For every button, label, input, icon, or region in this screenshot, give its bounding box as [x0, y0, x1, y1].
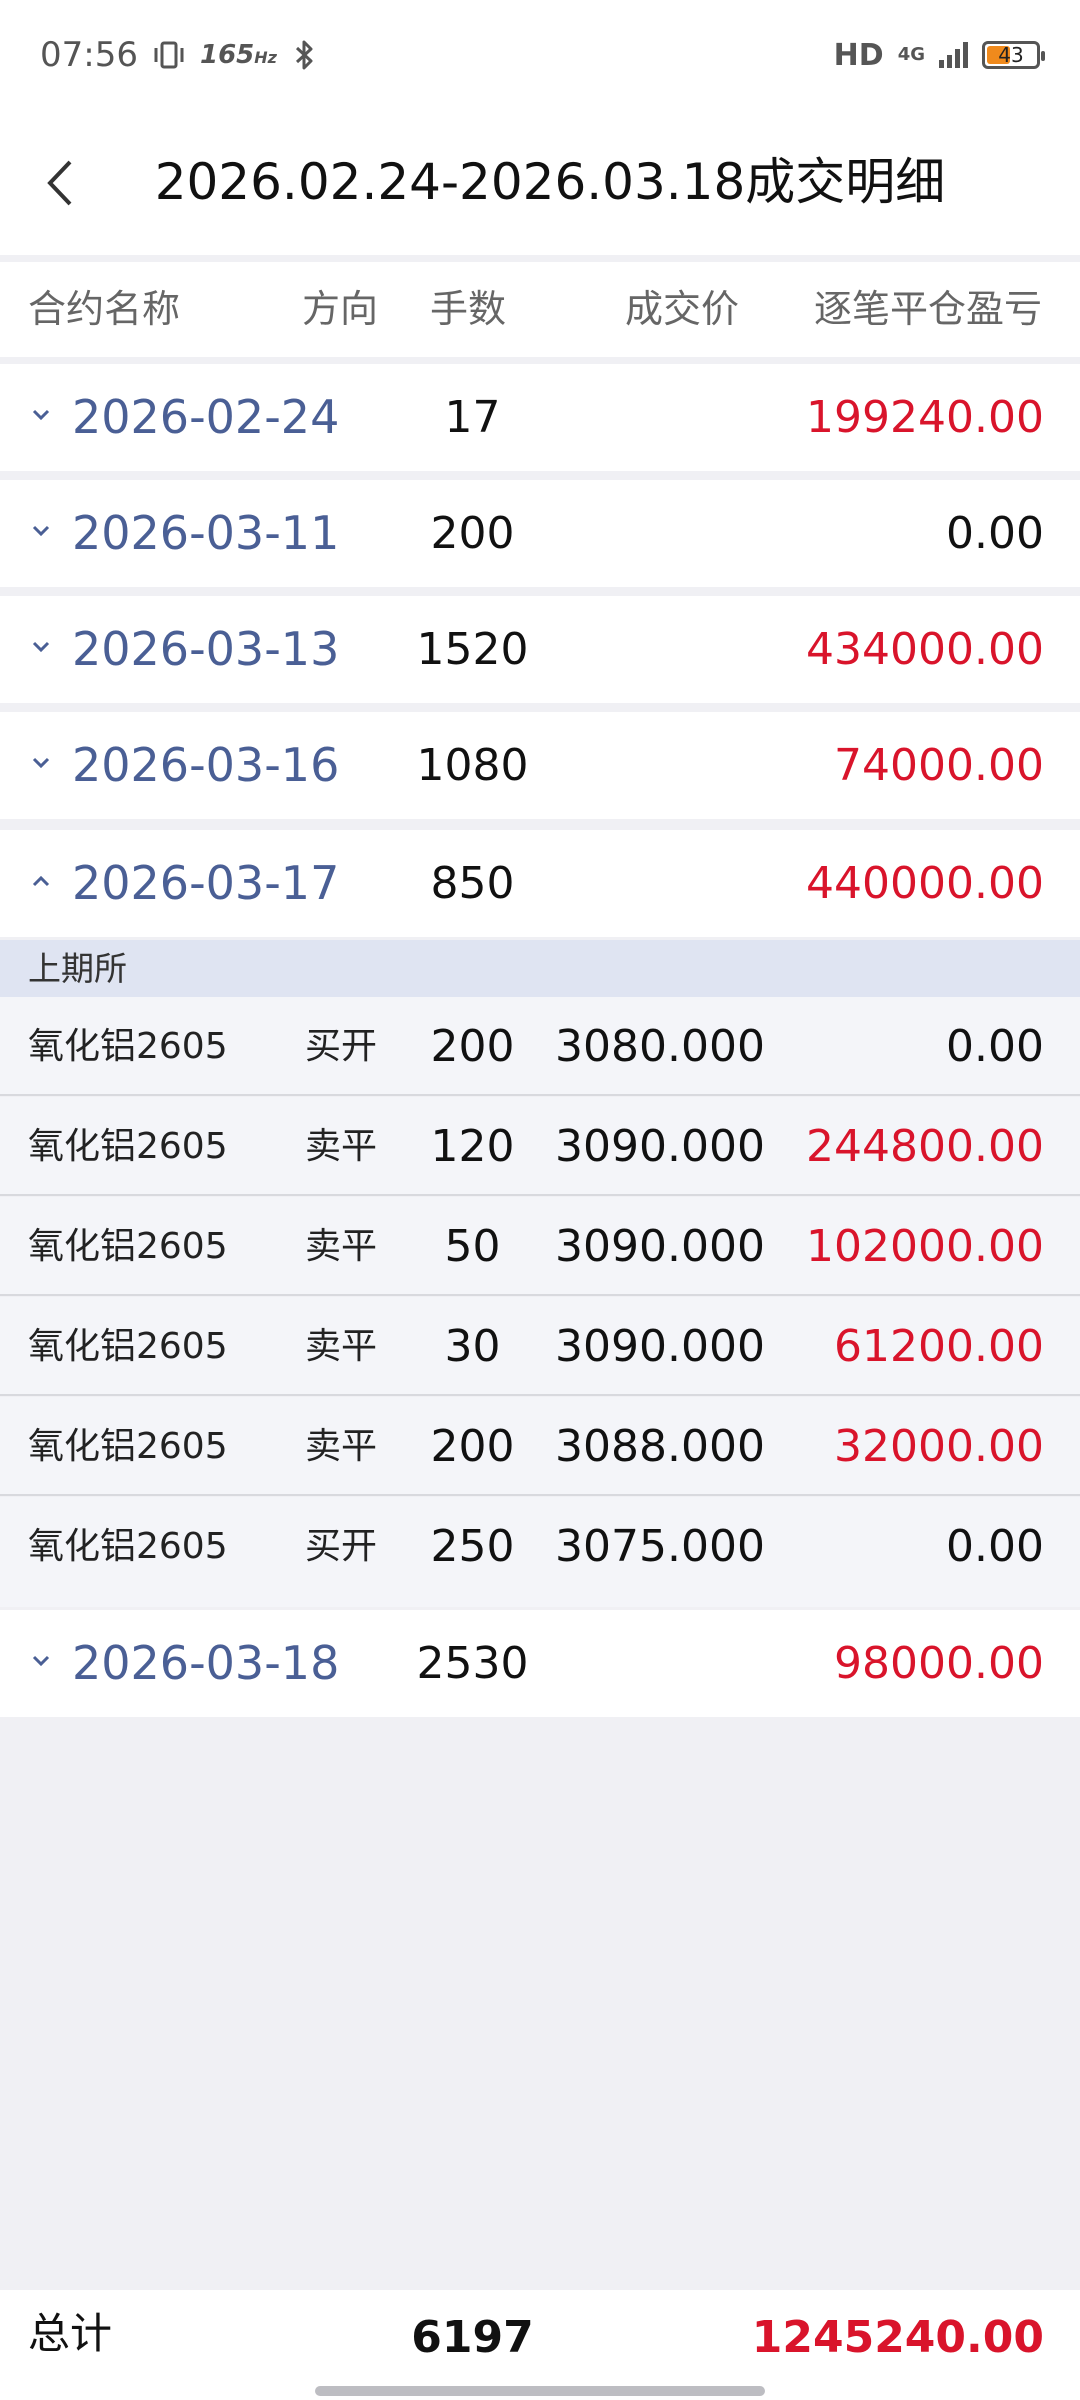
- col-price: 成交价: [625, 287, 740, 331]
- chevron-down-icon: [32, 409, 50, 421]
- group-lots: 1080: [416, 740, 529, 791]
- trade-detail-row[interactable]: 氧化铝2605 买开 250 3075.000 0.00: [0, 1497, 1080, 1607]
- page-header: 2026.02.24-2026.03.18成交明细: [0, 110, 1080, 255]
- group-date: 2026-02-24: [72, 390, 340, 444]
- col-lots: 手数: [430, 287, 507, 331]
- trade-price: 3088.000: [555, 1421, 765, 1472]
- home-indicator[interactable]: [315, 2386, 765, 2396]
- bluetooth-icon: [295, 40, 313, 70]
- trade-pnl: 244800.00: [806, 1121, 1044, 1172]
- group-date: 2026-03-13: [72, 622, 340, 676]
- vibrate-icon: [154, 41, 184, 69]
- trade-lots: 120: [430, 1121, 515, 1172]
- trade-contract: 氧化铝2605: [28, 1126, 228, 1167]
- column-header: 合约名称 方向 手数 成交价 逐笔平仓盈亏: [0, 262, 1080, 357]
- trade-direction: 买开: [305, 1526, 378, 1567]
- group-pnl: 0.00: [946, 508, 1044, 559]
- trade-price: 3090.000: [555, 1221, 765, 1272]
- group-pnl: 440000.00: [806, 858, 1044, 909]
- date-group-row[interactable]: 2026-03-11 200 0.00: [0, 480, 1080, 587]
- trade-price: 3090.000: [555, 1321, 765, 1372]
- trade-contract: 氧化铝2605: [28, 1226, 228, 1267]
- group-date: 2026-03-11: [72, 506, 340, 560]
- group-date: 2026-03-18: [72, 1636, 340, 1690]
- group-pnl: 434000.00: [806, 624, 1044, 675]
- signal-icon: [939, 42, 968, 68]
- exchange-header: 上期所: [0, 940, 1080, 997]
- trade-price: 3090.000: [555, 1121, 765, 1172]
- date-group-row[interactable]: 2026-03-18 2530 98000.00: [0, 1610, 1080, 1717]
- col-contract: 合约名称: [28, 287, 181, 331]
- chevron-up-icon: [32, 875, 50, 887]
- trade-contract: 氧化铝2605: [28, 1526, 228, 1567]
- trade-lots: 250: [430, 1521, 515, 1572]
- group-lots: 850: [430, 858, 515, 909]
- chevron-down-icon: [32, 525, 50, 537]
- trade-contract: 氧化铝2605: [28, 1026, 228, 1067]
- status-right: HD 4G 43: [833, 37, 1045, 73]
- trade-price: 3080.000: [555, 1021, 765, 1072]
- trade-detail-row[interactable]: 氧化铝2605 买开 200 3080.000 0.00: [0, 997, 1080, 1096]
- group-pnl: 199240.00: [806, 392, 1044, 443]
- trade-price: 3075.000: [555, 1521, 765, 1572]
- status-time: 07:56: [40, 35, 138, 75]
- trade-detail-row[interactable]: 氧化铝2605 卖平 120 3090.000 244800.00: [0, 1097, 1080, 1196]
- trade-direction: 卖平: [305, 1426, 378, 1467]
- group-lots: 200: [430, 508, 515, 559]
- trade-pnl: 61200.00: [834, 1321, 1044, 1372]
- status-left: 07:56 165Hz: [40, 35, 319, 75]
- chevron-down-icon: [32, 1655, 50, 1667]
- trade-lots: 200: [430, 1421, 515, 1472]
- col-pnl: 逐笔平仓盈亏: [813, 287, 1042, 331]
- chevron-down-icon: [32, 757, 50, 769]
- total-footer: 总计 6197 1245240.00: [0, 2290, 1080, 2400]
- trade-detail-row[interactable]: 氧化铝2605 卖平 200 3088.000 32000.00: [0, 1397, 1080, 1496]
- trade-pnl: 102000.00: [806, 1221, 1044, 1272]
- trade-pnl: 0.00: [946, 1021, 1044, 1072]
- trade-contract: 氧化铝2605: [28, 1426, 228, 1467]
- refresh-rate-indicator: 165Hz: [199, 40, 277, 70]
- date-group-row-expanded[interactable]: 2026-03-17 850 440000.00: [0, 830, 1080, 937]
- trade-pnl: 32000.00: [834, 1421, 1044, 1472]
- chevron-down-icon: [32, 641, 50, 653]
- page-title: 2026.02.24-2026.03.18成交明细: [154, 153, 946, 211]
- trade-direction: 买开: [305, 1026, 378, 1067]
- date-group-row[interactable]: 2026-03-13 1520 434000.00: [0, 596, 1080, 703]
- battery-icon: 43: [982, 41, 1045, 69]
- hd-indicator: HD: [833, 37, 884, 73]
- trade-pnl: 0.00: [946, 1521, 1044, 1572]
- trade-lots: 200: [430, 1021, 515, 1072]
- group-pnl: 98000.00: [834, 1638, 1044, 1689]
- battery-level: 43: [998, 43, 1024, 67]
- trade-detail-row[interactable]: 氧化铝2605 卖平 50 3090.000 102000.00: [0, 1197, 1080, 1296]
- status-bar: 07:56 165Hz HD 4G 43: [0, 0, 1080, 110]
- network-type: 4G: [897, 43, 925, 65]
- total-label: 总计: [28, 2309, 113, 2358]
- trade-lots: 50: [444, 1221, 501, 1272]
- group-date: 2026-03-16: [72, 738, 340, 792]
- group-pnl: 74000.00: [834, 740, 1044, 791]
- trade-lots: 30: [444, 1321, 501, 1372]
- trade-detail-row[interactable]: 氧化铝2605 卖平 30 3090.000 61200.00: [0, 1297, 1080, 1396]
- total-lots: 6197: [411, 2312, 534, 2363]
- group-lots: 1520: [416, 624, 529, 675]
- date-group-row[interactable]: 2026-03-16 1080 74000.00: [0, 712, 1080, 819]
- trade-contract: 氧化铝2605: [28, 1326, 228, 1367]
- group-lots: 17: [444, 392, 501, 443]
- trade-direction: 卖平: [305, 1126, 378, 1167]
- col-direction: 方向: [302, 287, 379, 331]
- group-date: 2026-03-17: [72, 856, 340, 910]
- trade-direction: 卖平: [305, 1326, 378, 1367]
- total-pnl: 1245240.00: [751, 2312, 1044, 2363]
- trade-direction: 卖平: [305, 1226, 378, 1267]
- group-lots: 2530: [416, 1638, 529, 1689]
- date-group-row[interactable]: 2026-02-24 17 199240.00: [0, 364, 1080, 471]
